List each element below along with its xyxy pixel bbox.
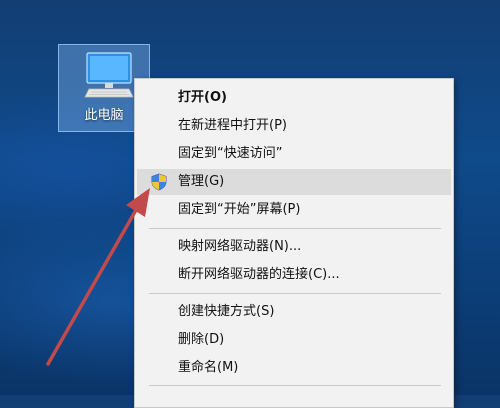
menu-separator xyxy=(149,385,441,386)
menu-item-map-network-drive[interactable]: 映射网络驱动器(N)... xyxy=(137,234,451,260)
computer-icon xyxy=(84,52,134,98)
menu-item-create-shortcut[interactable]: 创建快捷方式(S) xyxy=(137,299,451,325)
menu-item-open-new-process[interactable]: 在新进程中打开(P) xyxy=(137,113,451,139)
menu-item-rename[interactable]: 重命名(M) xyxy=(137,355,451,381)
menu-item-pin-quick-access[interactable]: 固定到“快速访问” xyxy=(137,141,451,167)
menu-item-manage[interactable]: 管理(G) xyxy=(137,169,451,195)
menu-item-open[interactable]: 打开(O) xyxy=(137,85,451,111)
menu-item-delete[interactable]: 删除(D) xyxy=(137,327,451,353)
menu-item-manage-label: 管理(G) xyxy=(178,174,225,189)
menu-separator xyxy=(149,293,441,294)
shield-icon xyxy=(151,173,167,191)
menu-item-disconnect-network-drive[interactable]: 断开网络驱动器的连接(C)... xyxy=(137,262,451,288)
menu-item-pin-start[interactable]: 固定到“开始”屏幕(P) xyxy=(137,197,451,223)
menu-separator xyxy=(149,228,441,229)
context-menu: 打开(O) 在新进程中打开(P) 固定到“快速访问” 管理(G) 固定到“开始”… xyxy=(134,78,454,408)
